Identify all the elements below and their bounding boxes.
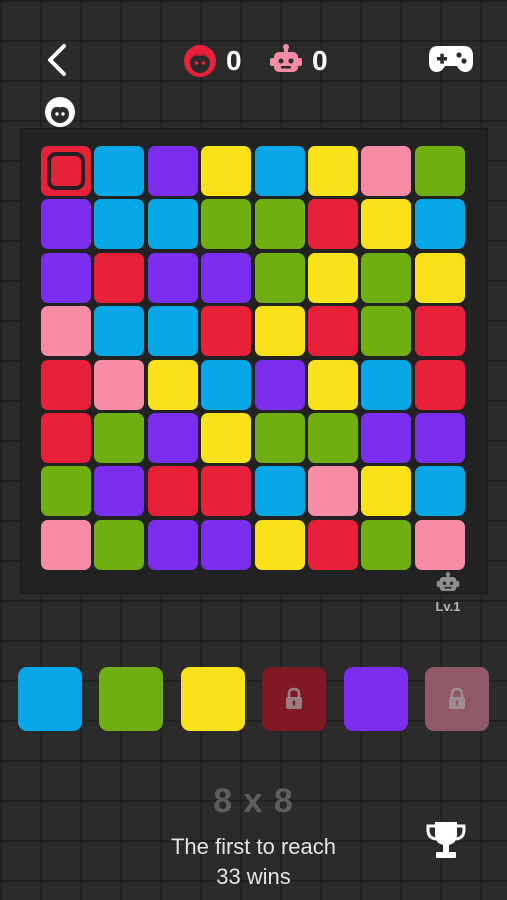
board-cell bbox=[94, 466, 144, 516]
board-cell bbox=[255, 413, 305, 463]
board-cell bbox=[148, 520, 198, 570]
board-size-label: 8 x 8 bbox=[213, 782, 294, 820]
robot-level-badge: Lv.1 bbox=[428, 572, 468, 618]
board-cell bbox=[361, 360, 411, 410]
board-cell bbox=[94, 413, 144, 463]
board-cell bbox=[41, 199, 91, 249]
lock-icon bbox=[286, 687, 302, 709]
board-cell bbox=[148, 199, 198, 249]
board-cell bbox=[201, 360, 251, 410]
board-cell bbox=[308, 306, 358, 356]
board-cell bbox=[255, 360, 305, 410]
board-cell bbox=[415, 520, 465, 570]
board-cell bbox=[415, 466, 465, 516]
board-cell bbox=[148, 413, 198, 463]
board-cell bbox=[255, 146, 305, 196]
board-cell bbox=[255, 466, 305, 516]
board-cell bbox=[148, 466, 198, 516]
board-cell bbox=[41, 466, 91, 516]
board-cell bbox=[255, 520, 305, 570]
board-cell bbox=[255, 306, 305, 356]
human-face-icon bbox=[184, 45, 216, 77]
board-cell bbox=[148, 306, 198, 356]
board-cell bbox=[41, 306, 91, 356]
human-score-value: 0 bbox=[226, 45, 242, 76]
board-cell bbox=[201, 306, 251, 356]
board-cell bbox=[148, 146, 198, 196]
board-cell bbox=[361, 466, 411, 516]
board-cell bbox=[308, 199, 358, 249]
board-cell bbox=[308, 146, 358, 196]
board-cell bbox=[41, 413, 91, 463]
board-cell bbox=[201, 413, 251, 463]
board-cell bbox=[41, 146, 91, 196]
board-cell bbox=[201, 199, 251, 249]
board-cell bbox=[94, 360, 144, 410]
board-cell bbox=[361, 199, 411, 249]
color-swatch-red bbox=[262, 667, 326, 731]
robot-face-icon bbox=[270, 44, 302, 72]
goal-text-line-2: 33 wins bbox=[216, 864, 291, 889]
color-swatch-green[interactable] bbox=[99, 667, 163, 731]
board-cell bbox=[308, 466, 358, 516]
robot-score-value: 0 bbox=[312, 45, 328, 76]
board-cell bbox=[148, 360, 198, 410]
board-cell bbox=[148, 253, 198, 303]
board-cell bbox=[255, 253, 305, 303]
board-cell bbox=[361, 146, 411, 196]
color-swatch-yellow[interactable] bbox=[181, 667, 245, 731]
robot-score: 0 bbox=[268, 40, 328, 82]
back-chevron-icon[interactable] bbox=[40, 38, 80, 82]
lock-icon bbox=[449, 687, 465, 709]
board-cell bbox=[41, 253, 91, 303]
board-cell bbox=[415, 306, 465, 356]
human-score: 0 bbox=[182, 40, 242, 82]
board-cell bbox=[415, 253, 465, 303]
board-cell bbox=[415, 199, 465, 249]
board-cell bbox=[41, 360, 91, 410]
board-cell bbox=[94, 520, 144, 570]
game-board bbox=[20, 128, 488, 594]
board-cell bbox=[255, 199, 305, 249]
board-cell bbox=[361, 520, 411, 570]
board-cell bbox=[308, 413, 358, 463]
color-swatch-purple[interactable] bbox=[344, 667, 408, 731]
board-cell bbox=[361, 306, 411, 356]
board-cell bbox=[415, 146, 465, 196]
game-screen: 0 0 Lv.1 8 x 8 The first to reach 33 win… bbox=[0, 0, 507, 900]
board-cell bbox=[201, 253, 251, 303]
board-cell bbox=[201, 466, 251, 516]
human-start-marker bbox=[47, 152, 85, 190]
board-cell bbox=[308, 520, 358, 570]
board-cell bbox=[361, 413, 411, 463]
board-cell bbox=[308, 253, 358, 303]
board-cell bbox=[94, 199, 144, 249]
color-swatch-pink bbox=[425, 667, 489, 731]
board-cell bbox=[361, 253, 411, 303]
gamepad-icon[interactable] bbox=[428, 42, 474, 76]
board-cell bbox=[94, 306, 144, 356]
board-cell bbox=[415, 413, 465, 463]
trophy-icon[interactable] bbox=[425, 818, 467, 862]
board-cell bbox=[94, 253, 144, 303]
board-cell bbox=[308, 360, 358, 410]
board-cell bbox=[201, 520, 251, 570]
robot-icon bbox=[436, 572, 460, 592]
turn-indicator-face-icon bbox=[45, 97, 75, 127]
board-grid bbox=[41, 146, 468, 573]
board-cell bbox=[94, 146, 144, 196]
robot-level-text: Lv.1 bbox=[435, 599, 461, 614]
board-cell bbox=[41, 520, 91, 570]
board-cell bbox=[201, 146, 251, 196]
color-swatch-blue[interactable] bbox=[18, 667, 82, 731]
board-cell bbox=[415, 360, 465, 410]
